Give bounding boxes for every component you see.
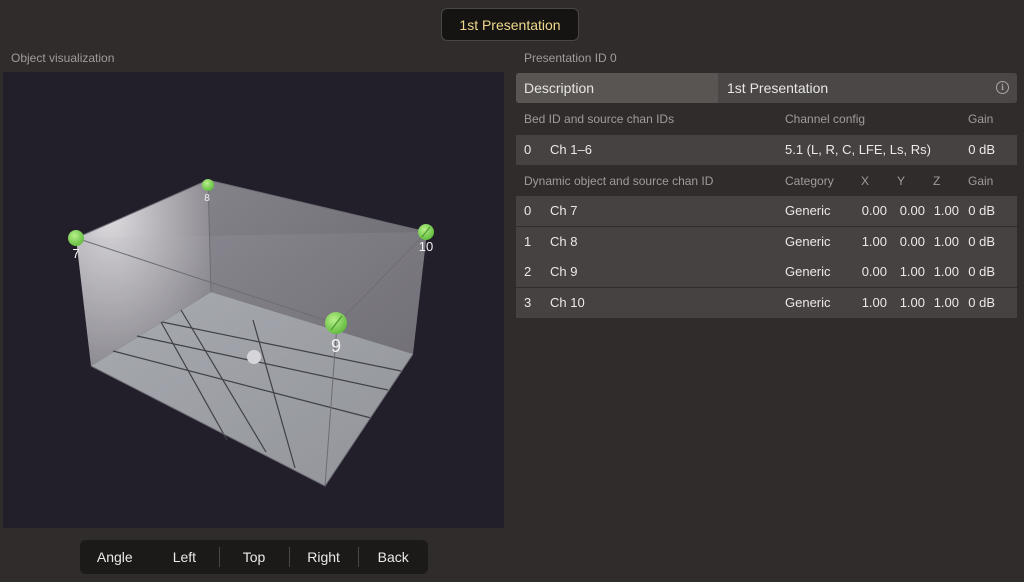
z-header: Z — [933, 174, 941, 188]
object-id: 3 — [524, 295, 532, 310]
bed-row[interactable]: 0 Ch 1–6 5.1 (L, R, C, LFE, Ls, Rs) 0 dB — [516, 135, 1017, 165]
visualization-label: Object visualization — [11, 51, 115, 65]
object-gain: 0 dB — [968, 203, 995, 218]
object-gain: 0 dB — [968, 234, 995, 249]
object-x: 1.00 — [861, 234, 887, 249]
room-3d-view[interactable]: 7 8 9 10 — [3, 72, 504, 528]
object-9-label: 9 — [331, 336, 341, 356]
bed-gain: 0 dB — [968, 142, 995, 157]
object-channel: Ch 7 — [550, 203, 578, 218]
description-label: Description — [516, 73, 718, 103]
view-back-button[interactable]: Back — [358, 540, 428, 574]
bed-channels: Ch 1–6 — [550, 142, 592, 157]
object-8[interactable] — [202, 179, 214, 191]
bed-id: 0 — [524, 142, 532, 157]
object-x: 1.00 — [861, 295, 887, 310]
listener-position-dot — [247, 350, 261, 364]
view-right-button[interactable]: Right — [288, 540, 359, 574]
object-channel: Ch 10 — [550, 295, 585, 310]
y-header: Y — [897, 174, 906, 188]
object-id: 0 — [524, 203, 532, 218]
object-z: 1.00 — [933, 264, 959, 279]
object-y: 1.00 — [899, 264, 925, 279]
bed-ids-header: Bed ID and source chan IDs — [524, 112, 675, 126]
x-header: X — [861, 174, 870, 188]
object-category: Generic — [785, 295, 831, 310]
object-ids-header: Dynamic object and source chan ID — [524, 174, 714, 188]
object-10[interactable] — [418, 224, 434, 240]
bed-config: 5.1 (L, R, C, LFE, Ls, Rs) — [785, 142, 931, 157]
object-y: 1.00 — [899, 295, 925, 310]
object-gain: 0 dB — [968, 295, 995, 310]
view-top-button[interactable]: Top — [219, 540, 289, 574]
object-x: 0.00 — [861, 203, 887, 218]
view-left-button[interactable]: Left — [150, 540, 220, 574]
object-y: 0.00 — [899, 234, 925, 249]
channel-config-header: Channel config — [785, 112, 866, 126]
bed-gain-header: Gain — [968, 112, 994, 126]
description-value[interactable]: 1st Presentation — [727, 73, 828, 103]
object-10-label: 10 — [419, 239, 433, 254]
object-7-label: 7 — [72, 246, 79, 261]
object-row[interactable]: 2 Ch 9 Generic 0.00 1.00 1.00 0 dB — [516, 257, 1017, 287]
view-angle-bar: Angle Left Top Right Back — [80, 540, 428, 574]
app-window: 1st Presentation Object visualization 7 … — [0, 0, 1024, 582]
presentation-id-label: Presentation ID 0 — [524, 51, 617, 65]
object-z: 1.00 — [933, 234, 959, 249]
object-y: 0.00 — [899, 203, 925, 218]
object-row[interactable]: 3 Ch 10 Generic 1.00 1.00 1.00 0 dB — [516, 288, 1017, 318]
description-row[interactable]: Description 1st Presentation i — [516, 73, 1017, 103]
object-z: 1.00 — [933, 295, 959, 310]
object-9[interactable] — [325, 312, 347, 334]
object-gain: 0 dB — [968, 264, 995, 279]
object-8-label: 8 — [204, 193, 210, 204]
info-icon[interactable]: i — [996, 81, 1009, 94]
object-z: 1.00 — [933, 203, 959, 218]
object-7[interactable] — [68, 230, 84, 246]
object-row[interactable]: 1 Ch 8 Generic 1.00 0.00 1.00 0 dB — [516, 227, 1017, 257]
presentation-tab[interactable]: 1st Presentation — [441, 8, 579, 41]
object-gain-header: Gain — [968, 174, 994, 188]
object-category: Generic — [785, 234, 831, 249]
object-id: 2 — [524, 264, 532, 279]
object-x: 0.00 — [861, 264, 887, 279]
object-channel: Ch 9 — [550, 264, 578, 279]
object-visualization-viewport[interactable]: 7 8 9 10 — [3, 72, 504, 528]
view-angle-button[interactable]: Angle — [80, 540, 150, 574]
object-row[interactable]: 0 Ch 7 Generic 0.00 0.00 1.00 0 dB — [516, 196, 1017, 226]
category-header: Category — [785, 174, 834, 188]
object-channel: Ch 8 — [550, 234, 578, 249]
object-category: Generic — [785, 203, 831, 218]
object-id: 1 — [524, 234, 532, 249]
object-category: Generic — [785, 264, 831, 279]
